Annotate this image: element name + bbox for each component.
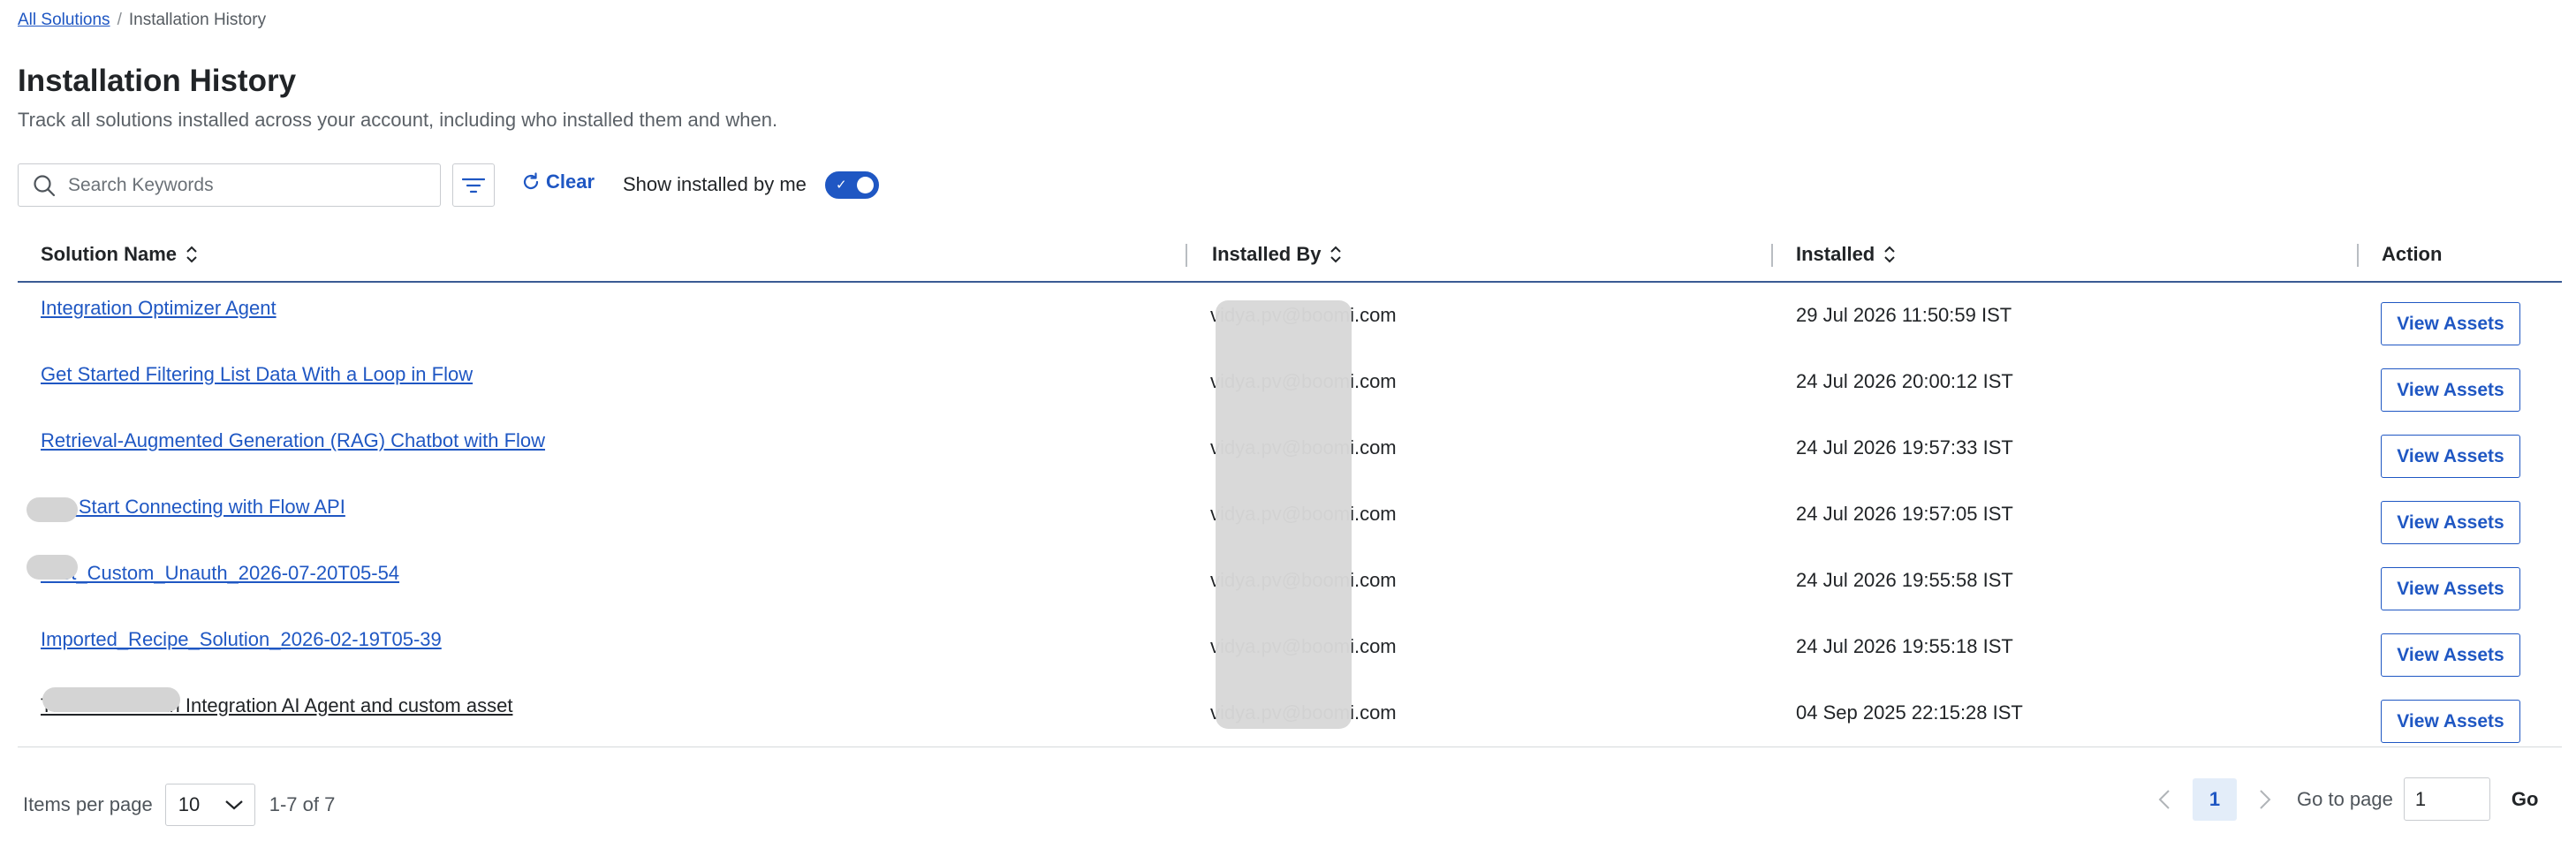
page-title: Installation History: [18, 64, 297, 98]
chevron-left-icon: [2158, 789, 2170, 809]
filter-icon: [462, 178, 485, 193]
breadcrumb-all-solutions-link[interactable]: All Solutions: [18, 11, 110, 29]
column-header-label: Installed: [1796, 243, 1875, 265]
column-header-installed-by[interactable]: Installed By: [1212, 243, 1342, 266]
view-assets-button[interactable]: View Assets: [2381, 302, 2520, 345]
view-assets-button[interactable]: View Assets: [2381, 435, 2520, 478]
sort-icon: [186, 246, 197, 263]
solution-name-link[interactable]: Imported_Recipe_Solution_2026-02-19T05-3…: [41, 628, 442, 651]
previous-page-button[interactable]: [2147, 778, 2182, 821]
column-header-label: Installed By: [1212, 243, 1322, 265]
go-to-page-label: Go to page: [2297, 787, 2393, 810]
installed-date-cell: 24 Jul 2026 20:00:12 IST: [1796, 370, 2013, 392]
column-header-solution-name[interactable]: Solution Name: [41, 243, 198, 266]
column-divider[interactable]: [1771, 244, 1773, 267]
installed-date-cell: 24 Jul 2026 19:55:58 IST: [1796, 569, 2013, 591]
sort-icon: [1330, 246, 1342, 263]
search-input[interactable]: [68, 174, 421, 196]
view-assets-button[interactable]: View Assets: [2381, 700, 2520, 743]
column-header-label: Action: [2382, 243, 2443, 265]
filter-button[interactable]: [452, 163, 495, 207]
solution-name-link[interactable]: 001 Start Connecting with Flow API: [41, 496, 345, 519]
page-button-current[interactable]: 1: [2193, 777, 2237, 821]
page-subtitle: Track all solutions installed across you…: [18, 109, 778, 131]
view-assets-button[interactable]: View Assets: [2381, 633, 2520, 677]
installed-date-cell: 29 Jul 2026 11:50:59 IST: [1796, 304, 2012, 326]
show-installed-by-me-toggle[interactable]: ✓: [825, 171, 879, 199]
installed-date-cell: 24 Jul 2026 19:55:18 IST: [1796, 635, 2013, 657]
items-per-page-label: Items per page: [23, 793, 153, 815]
solution-name-link[interactable]: Test_Custom_Unauth_2026-07-20T05-54: [41, 562, 399, 585]
go-to-page-input[interactable]: [2403, 777, 2490, 821]
show-installed-by-me-label: Show installed by me: [623, 173, 807, 195]
sort-icon: [1884, 246, 1895, 263]
column-header-action: Action: [2382, 243, 2442, 266]
breadcrumb: All Solutions / Installation History: [18, 11, 266, 30]
breadcrumb-separator: /: [117, 11, 122, 29]
redaction-overlay: [1216, 300, 1352, 729]
chevron-right-icon: [2260, 789, 2271, 809]
pagination-range: 1-7 of 7: [269, 793, 336, 815]
installed-date-cell: 24 Jul 2026 19:57:33 IST: [1796, 436, 2013, 459]
toggle-knob: [857, 177, 874, 193]
column-header-label: Solution Name: [41, 243, 178, 265]
search-icon: [34, 174, 56, 196]
column-divider[interactable]: [2357, 244, 2359, 267]
chevron-down-icon: [225, 800, 243, 810]
solution-name-link[interactable]: Get Started Filtering List Data With a L…: [41, 363, 473, 386]
items-per-page-value: 10: [178, 793, 201, 815]
pagination: 1 Go to page Go: [2147, 777, 2538, 821]
clear-label: Clear: [546, 171, 595, 193]
clear-button[interactable]: Clear: [521, 171, 595, 193]
solution-name-link[interactable]: Integration Optimizer Agent: [41, 297, 277, 320]
installed-date-cell: 04 Sep 2025 22:15:28 IST: [1796, 701, 2023, 724]
redaction-overlay: [27, 555, 78, 580]
breadcrumb-current: Installation History: [128, 11, 267, 29]
column-divider[interactable]: [1186, 244, 1187, 267]
table-header: Solution Name Installed By Installed Act…: [18, 231, 2562, 283]
items-per-page-control: Items per page 10 1-7 of 7: [23, 784, 335, 826]
check-icon: ✓: [836, 178, 847, 193]
column-header-installed[interactable]: Installed: [1796, 243, 1896, 266]
go-button[interactable]: Go: [2512, 788, 2539, 811]
next-page-button[interactable]: [2247, 778, 2283, 821]
installed-date-cell: 24 Jul 2026 19:57:05 IST: [1796, 503, 2013, 525]
search-box[interactable]: [18, 163, 441, 207]
view-assets-button[interactable]: View Assets: [2381, 368, 2520, 412]
redaction-overlay: [27, 497, 78, 522]
refresh-icon: [523, 172, 539, 190]
redaction-overlay: [42, 687, 180, 712]
solution-name-link[interactable]: Retrieval-Augmented Generation (RAG) Cha…: [41, 429, 545, 452]
view-assets-button[interactable]: View Assets: [2381, 501, 2520, 544]
view-assets-button[interactable]: View Assets: [2381, 567, 2520, 610]
items-per-page-select[interactable]: 10: [164, 784, 255, 826]
